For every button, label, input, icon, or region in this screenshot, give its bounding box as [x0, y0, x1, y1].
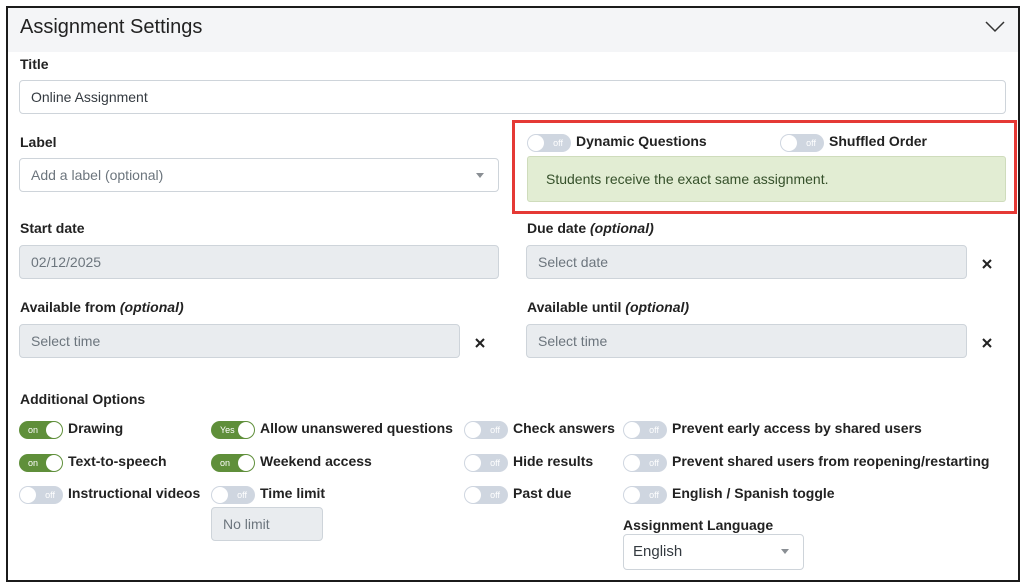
past-due-label: Past due	[513, 485, 572, 501]
available-from-label: Available from (optional)	[20, 299, 184, 315]
toggle-state-label: off	[490, 490, 500, 500]
title-label: Title	[20, 56, 49, 72]
toggle-knob	[624, 487, 640, 503]
time-limit-input[interactable]: No limit	[211, 507, 323, 541]
toggle-state-label: Yes	[220, 425, 235, 435]
prevent-early-access-toggle[interactable]: off	[623, 421, 667, 439]
past-due-toggle[interactable]: off	[464, 486, 508, 504]
panel-header[interactable]: Assignment Settings	[8, 8, 1018, 52]
toggle-knob	[465, 455, 481, 471]
time-limit-toggle[interactable]: off	[211, 486, 255, 504]
close-icon[interactable]	[980, 336, 994, 350]
toggle-knob	[624, 455, 640, 471]
available-until-optional: (optional)	[625, 299, 690, 315]
hide-results-toggle[interactable]: off	[464, 454, 508, 472]
available-from-input[interactable]: Select time	[19, 324, 460, 358]
title-input[interactable]: Online Assignment	[19, 80, 1006, 114]
prevent-reopening-toggle[interactable]: off	[623, 454, 667, 472]
check-answers-label: Check answers	[513, 420, 615, 436]
toggle-state-label: off	[649, 458, 659, 468]
toggle-state-label: on	[28, 458, 39, 468]
instructional-videos-label: Instructional videos	[68, 485, 201, 501]
available-until-label: Available until (optional)	[527, 299, 689, 315]
assignment-language-label: Assignment Language	[623, 517, 774, 533]
drawing-toggle[interactable]: on	[19, 421, 63, 439]
toggle-knob	[465, 422, 481, 438]
available-until-label-text: Available until	[527, 299, 622, 315]
prevent-early-access-label: Prevent early access by shared users	[672, 420, 922, 436]
caret-down-icon	[476, 173, 484, 178]
toggle-state-label: off	[490, 425, 500, 435]
toggle-state-label: on	[28, 425, 39, 435]
toggle-knob	[465, 487, 481, 503]
caret-down-icon	[781, 549, 789, 554]
allow-unanswered-toggle[interactable]: Yes	[211, 421, 255, 439]
due-date-label: Due date (optional)	[527, 220, 654, 236]
highlight-box	[512, 120, 1017, 214]
toggle-state-label: on	[220, 458, 231, 468]
text-to-speech-label: Text-to-speech	[68, 453, 167, 469]
english-spanish-label: English / Spanish toggle	[672, 485, 835, 501]
label-select[interactable]: Add a label (optional)	[19, 158, 499, 192]
toggle-knob	[20, 487, 36, 503]
toggle-state-label: off	[649, 425, 659, 435]
weekend-access-toggle[interactable]: on	[211, 454, 255, 472]
toggle-knob	[624, 422, 640, 438]
weekend-access-label: Weekend access	[260, 453, 372, 469]
assignment-settings-panel: Assignment Settings Title Online Assignm…	[6, 6, 1020, 582]
instructional-videos-toggle[interactable]: off	[19, 486, 63, 504]
toggle-knob	[46, 422, 62, 438]
toggle-knob	[46, 455, 62, 471]
allow-unanswered-label: Allow unanswered questions	[260, 420, 453, 436]
available-from-label-text: Available from	[20, 299, 116, 315]
hide-results-label: Hide results	[513, 453, 594, 469]
toggle-knob	[238, 455, 254, 471]
close-icon[interactable]	[473, 336, 487, 350]
label-label: Label	[20, 134, 57, 150]
toggle-knob	[238, 422, 254, 438]
available-until-input[interactable]: Select time	[526, 324, 967, 358]
due-date-label-text: Due date	[527, 220, 587, 236]
panel-title: Assignment Settings	[20, 16, 203, 38]
toggle-state-label: off	[45, 490, 55, 500]
english-spanish-toggle[interactable]: off	[623, 486, 667, 504]
prevent-reopening-label: Prevent shared users from reopening/rest…	[672, 453, 990, 469]
chevron-down-icon[interactable]	[984, 18, 1006, 34]
due-date-input[interactable]: Select date	[526, 245, 967, 279]
available-from-optional: (optional)	[119, 299, 184, 315]
start-date-label: Start date	[20, 220, 85, 236]
close-icon[interactable]	[980, 257, 994, 271]
assignment-language-select[interactable]: English	[623, 534, 804, 570]
due-date-optional: (optional)	[590, 220, 654, 236]
assignment-language-value: English	[633, 543, 683, 560]
toggle-knob	[212, 487, 228, 503]
drawing-label: Drawing	[68, 420, 124, 436]
label-select-placeholder: Add a label (optional)	[31, 167, 164, 183]
start-date-input[interactable]: 02/12/2025	[19, 245, 499, 279]
additional-options-title: Additional Options	[20, 391, 146, 407]
text-to-speech-toggle[interactable]: on	[19, 454, 63, 472]
time-limit-label: Time limit	[260, 485, 326, 501]
toggle-state-label: off	[490, 458, 500, 468]
toggle-state-label: off	[237, 490, 247, 500]
check-answers-toggle[interactable]: off	[464, 421, 508, 439]
toggle-state-label: off	[649, 490, 659, 500]
